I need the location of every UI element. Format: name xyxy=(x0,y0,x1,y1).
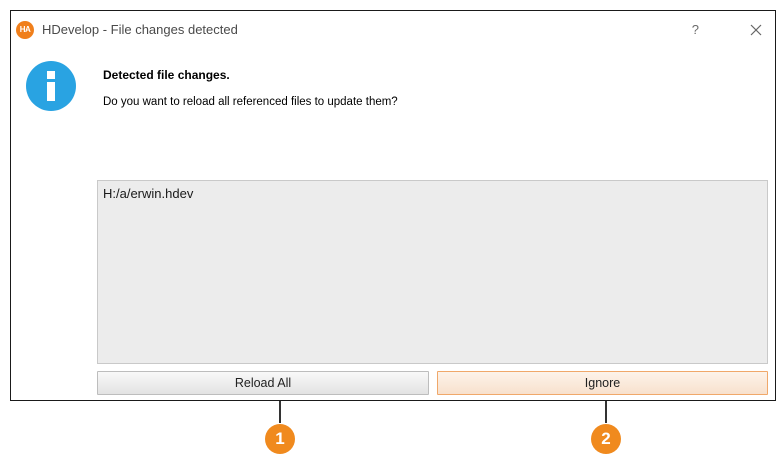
dialog-message: Do you want to reload all referenced fil… xyxy=(103,96,398,108)
callout-badge-2: 2 xyxy=(591,424,621,454)
list-item[interactable]: H:/a/erwin.hdev xyxy=(103,186,193,202)
changed-files-list[interactable]: H:/a/erwin.hdev xyxy=(97,180,768,364)
hdevelop-logo-icon: HA xyxy=(16,21,34,39)
file-changes-dialog: HA HDevelop - File changes detected ? De… xyxy=(10,10,776,401)
ignore-button[interactable]: Ignore xyxy=(437,371,768,395)
window-title: HDevelop - File changes detected xyxy=(42,22,238,37)
callout-leader-2 xyxy=(605,401,607,423)
help-button[interactable]: ? xyxy=(692,21,699,39)
callout-badge-1: 1 xyxy=(265,424,295,454)
close-button[interactable] xyxy=(745,19,767,41)
info-icon xyxy=(26,61,76,111)
dialog-heading: Detected file changes. xyxy=(103,68,230,82)
title-bar: HA HDevelop - File changes detected ? xyxy=(11,11,775,48)
close-icon xyxy=(750,24,762,36)
reload-all-button[interactable]: Reload All xyxy=(97,371,429,395)
callout-leader-1 xyxy=(279,401,281,423)
